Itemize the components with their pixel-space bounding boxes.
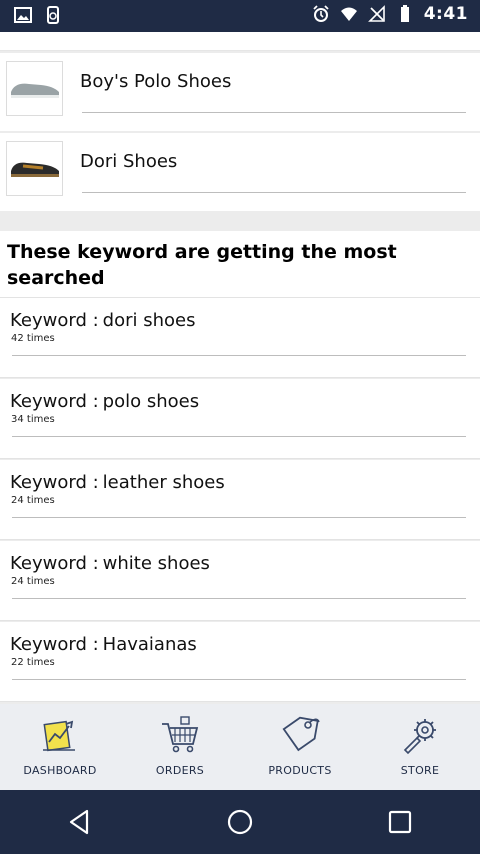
keyword-row[interactable]: Keyword : white shoes 24 times [0, 541, 480, 621]
back-icon[interactable] [65, 807, 95, 837]
grey-shoe-image [6, 61, 63, 116]
wifi-icon [340, 7, 357, 21]
product-row[interactable]: Dori Shoes [0, 133, 480, 211]
divider [82, 192, 466, 193]
divider [12, 517, 466, 518]
keyword-label: Keyword : [10, 472, 99, 493]
nav-label: PRODUCTS [268, 764, 332, 777]
divider [12, 436, 466, 437]
gallery-icon [14, 7, 32, 23]
nav-label: STORE [400, 764, 440, 777]
nav-dashboard[interactable]: DASHBOARD [0, 704, 120, 790]
nav-label: ORDERS [155, 764, 205, 777]
main-content[interactable]: Boy's Polo Shoes Dori Shoes These keywor… [0, 32, 480, 704]
keyword-value: leather shoes [102, 472, 225, 493]
tag-icon [282, 716, 320, 752]
nav-orders[interactable]: ORDERS [120, 704, 240, 790]
keyword-count: 24 times [11, 576, 55, 587]
keyword-row[interactable]: Keyword : dori shoes 42 times [0, 298, 480, 378]
keyword-label: Keyword : [10, 553, 99, 574]
no-signal-icon [367, 5, 385, 22]
home-icon[interactable] [225, 807, 255, 837]
keyword-label: Keyword : [10, 310, 99, 331]
product-name: Dori Shoes [80, 151, 178, 172]
bottom-navigation: DASHBOARD ORDERS PRODUCTS STORE [0, 704, 480, 790]
divider [12, 679, 466, 680]
product-name: Boy's Polo Shoes [80, 71, 232, 92]
alarm-icon [313, 5, 329, 22]
keyword-count: 42 times [11, 333, 55, 344]
recents-icon[interactable] [385, 807, 415, 837]
system-navigation-bar [0, 790, 480, 854]
keyword-row[interactable]: Keyword : polo shoes 34 times [0, 379, 480, 459]
nav-store[interactable]: STORE [360, 704, 480, 790]
keyword-value: polo shoes [102, 391, 200, 412]
dashboard-icon [43, 720, 75, 752]
keyword-label: Keyword : [10, 634, 99, 655]
keyword-count: 34 times [11, 414, 55, 425]
product-row[interactable]: Boy's Polo Shoes [0, 53, 480, 131]
keyword-row[interactable]: Keyword : leather shoes 24 times [0, 460, 480, 540]
screenshot-icon [47, 6, 59, 24]
battery-icon [400, 5, 409, 22]
black-shoe-image [6, 141, 63, 196]
status-bar: 4:41 [0, 0, 480, 32]
status-time: 4:41 [423, 4, 468, 24]
keyword-count: 24 times [11, 495, 55, 506]
keyword-row[interactable]: Keyword : Havaianas 22 times [0, 622, 480, 702]
keyword-count: 22 times [11, 657, 55, 668]
divider [82, 112, 466, 113]
keyword-label: Keyword : [10, 391, 99, 412]
section-gap [0, 211, 480, 231]
keyword-value: white shoes [102, 553, 210, 574]
divider [12, 598, 466, 599]
divider [12, 355, 466, 356]
keyword-value: Havaianas [102, 634, 197, 655]
keyword-value: dori shoes [102, 310, 196, 331]
previous-item-strip [0, 32, 480, 51]
tools-icon [403, 719, 436, 755]
nav-products[interactable]: PRODUCTS [240, 704, 360, 790]
cart-icon [162, 716, 199, 753]
keywords-section-title: These keyword are getting the most searc… [0, 231, 480, 298]
nav-label: DASHBOARD [23, 764, 97, 777]
